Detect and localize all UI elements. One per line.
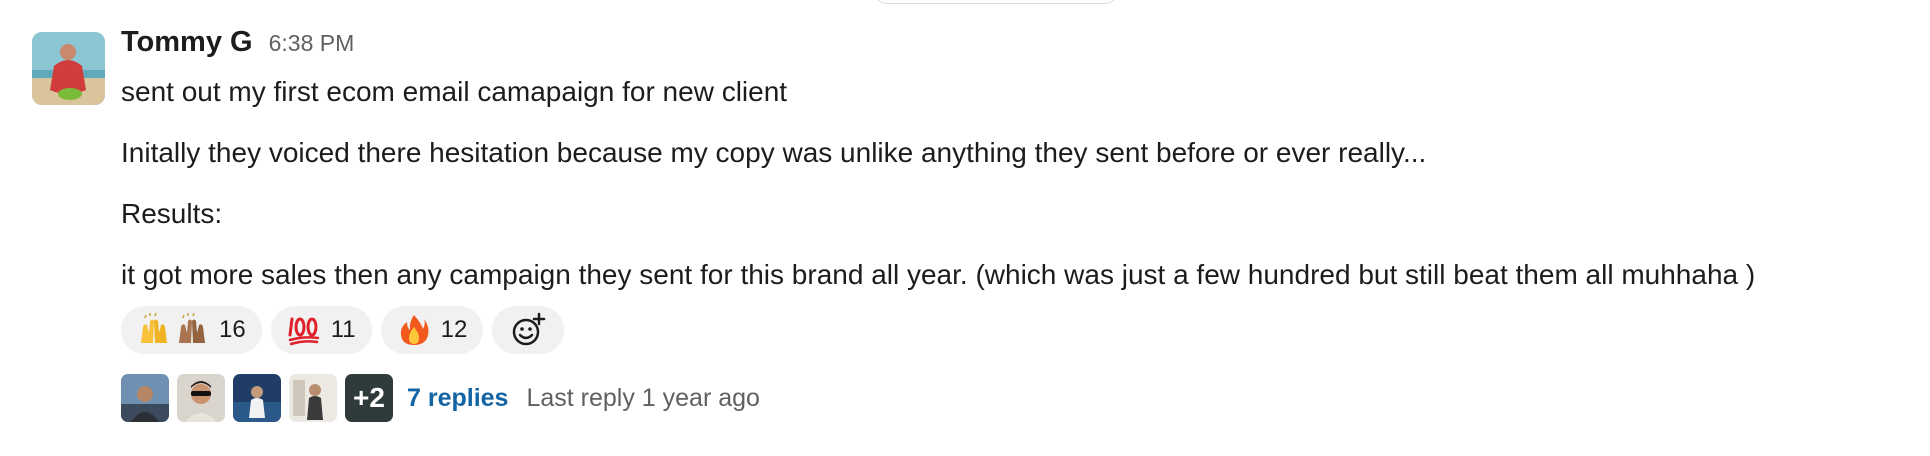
message-line: Initally they voiced there hesitation be… — [121, 137, 1427, 168]
replier-avatar[interactable] — [289, 374, 337, 422]
avatar[interactable] — [32, 32, 105, 105]
replies-link[interactable]: 7 replies — [407, 384, 508, 413]
replier-avatar[interactable] — [177, 374, 225, 422]
add-reaction-button[interactable] — [492, 306, 565, 354]
replier-avatar[interactable] — [121, 374, 169, 422]
raised-hands-medium-skin-icon — [179, 313, 205, 343]
message: Tommy G 6:38 PM sent out my first ecom e… — [0, 0, 1930, 456]
hundred-points-icon — [288, 317, 319, 346]
message-line: sent out my first ecom email camapaign f… — [121, 76, 788, 107]
reaction-count: 16 — [219, 316, 246, 343]
message-line: it got more sales then any campaign they… — [121, 259, 1756, 290]
sender-name[interactable]: Tommy G — [121, 26, 253, 59]
raised-hands-icon — [141, 313, 167, 343]
message-content: Tommy G 6:38 PM sent out my first ecom e… — [121, 26, 1930, 422]
reaction-count: 12 — [440, 316, 468, 343]
timestamp[interactable]: 6:38 PM — [269, 30, 355, 57]
message-header: Tommy G 6:38 PM — [121, 26, 1930, 72]
thread-summary[interactable]: +2 7 replies Last reply 1 year ago — [121, 374, 1930, 422]
reactions-bar: 16 11 12 — [121, 306, 1930, 356]
message-line: Results: — [121, 198, 223, 229]
last-reply-text: Last reply 1 year ago — [526, 383, 760, 412]
fire-icon — [400, 315, 429, 345]
reaction-raised-hands[interactable]: 16 — [121, 306, 262, 354]
add-reaction-icon — [513, 312, 546, 346]
replier-avatar[interactable] — [233, 374, 281, 422]
reaction-count: 11 — [330, 316, 356, 343]
more-repliers-badge[interactable]: +2 — [345, 374, 393, 422]
reaction-fire[interactable]: 12 — [380, 306, 484, 354]
reaction-hundred[interactable]: 11 — [270, 306, 372, 354]
